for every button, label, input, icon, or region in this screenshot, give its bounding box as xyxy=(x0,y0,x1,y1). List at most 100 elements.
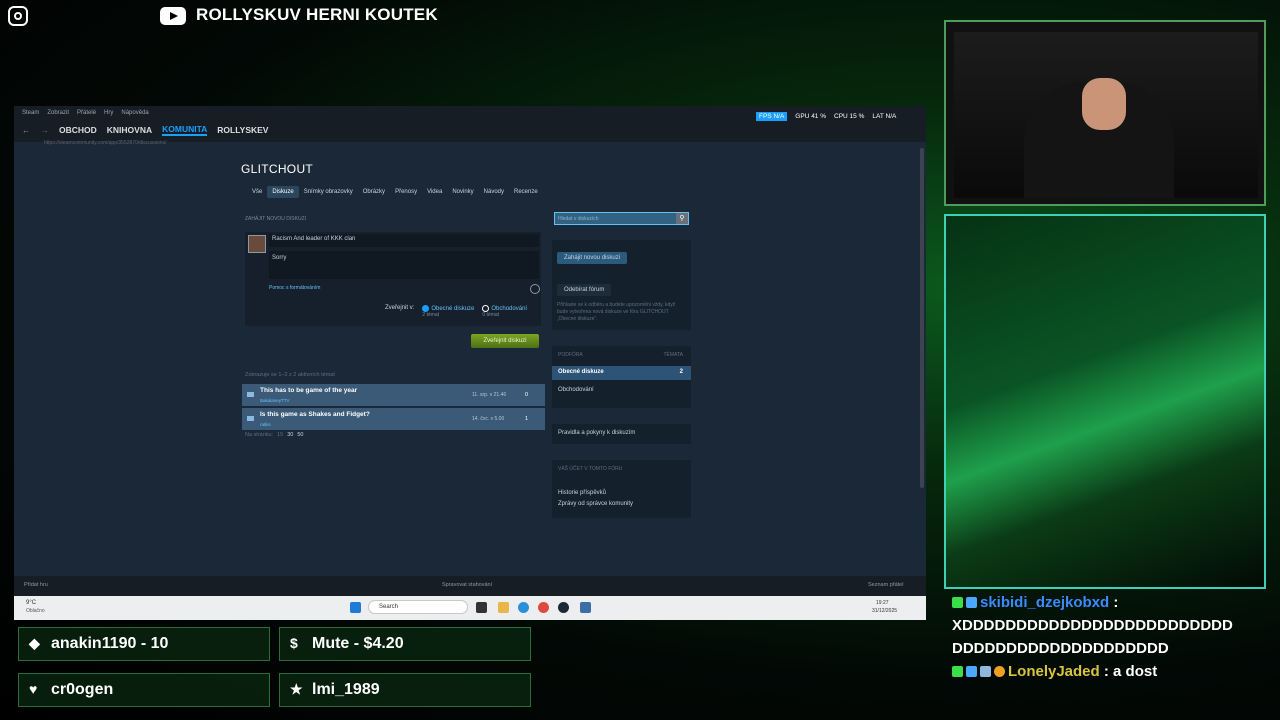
friends-list-button[interactable]: Seznam přátel xyxy=(868,582,903,588)
discussion-body-input[interactable]: Sorry xyxy=(269,251,539,279)
alert-donation: $ Mute - $4.20 xyxy=(279,627,531,661)
discussion-title-input[interactable]: Racism And leader of KKK clan xyxy=(269,234,539,247)
badge-icon xyxy=(966,597,977,608)
rules-link[interactable]: Pravidla a pokyny k diskuzím xyxy=(558,430,635,436)
publish-in-row: Zveřejnit v: Obecné diskuze 2 témat Obcho… xyxy=(385,305,527,318)
tab-news[interactable]: Novinky xyxy=(447,186,478,198)
chat-box: skibidi_dzejkobxd : XDDDDDDDDDDDDDDDDDDD… xyxy=(952,591,1242,683)
formatting-help-link[interactable]: Pomoc s formátováním xyxy=(269,285,320,291)
back-icon[interactable]: ← xyxy=(22,125,31,135)
menu-help[interactable]: Nápověda xyxy=(121,110,148,116)
perf-gpu: GPU 41 % xyxy=(795,113,827,120)
option-general[interactable]: Obecné diskuze 2 témat xyxy=(422,305,474,318)
topic-author: ratiks xyxy=(260,422,271,427)
publish-discussion-button[interactable]: Zveřejnit diskuzi xyxy=(471,334,539,348)
topic-title[interactable]: This has to be game of the year xyxy=(260,387,357,394)
compose-box: Racism And leader of KKK clan Sorry Pomo… xyxy=(245,232,541,326)
nav-store[interactable]: OBCHOD xyxy=(59,125,97,135)
tab-broadcasts[interactable]: Přenosy xyxy=(390,186,422,198)
topic-date: 11. srp. v 21.46 xyxy=(472,392,507,398)
windows-start-icon[interactable] xyxy=(350,602,361,613)
steam-bottom-bar: Přidat hru Spravovat stahování Seznam př… xyxy=(14,576,926,596)
subforums-head: PODFÓRA xyxy=(558,352,583,358)
topic-reply-count: 1 xyxy=(525,416,529,422)
chrome-icon[interactable] xyxy=(538,602,549,613)
menu-view[interactable]: Zobrazit xyxy=(47,110,69,116)
clock-time[interactable]: 19:27 xyxy=(876,600,889,606)
menu-friends[interactable]: Přátelé xyxy=(77,110,96,116)
tab-all[interactable]: Vše xyxy=(247,186,267,198)
moderator-messages-link[interactable]: Zprávy od správce komunity xyxy=(558,501,633,507)
channel-title: ROLLYSKUV HERNI KOUTEK xyxy=(196,5,438,24)
weather-desc: Oblačno xyxy=(26,608,45,614)
start-discussion-label: ZAHÁJIT NOVOU DISKUZI xyxy=(245,216,307,222)
weather-temp[interactable]: 9°C xyxy=(26,600,36,606)
subforum-trading[interactable]: Obchodování xyxy=(558,387,594,393)
perf-overlay: FPS N/A GPU 41 % CPU 15 % LAT N/A xyxy=(756,112,896,121)
topic-title[interactable]: Is this game as Shakes and Fidget? xyxy=(260,411,370,418)
forward-icon[interactable]: → xyxy=(41,125,50,135)
youtube-icon xyxy=(160,7,186,25)
discussion-search-input[interactable]: Hledat v diskuzích xyxy=(554,212,689,225)
chat-text: XDDDDDDDDDDDDDDDDDDDDDDDDDDDDDDDDDDDDDDD… xyxy=(952,617,1233,657)
chat-text: a dost xyxy=(1113,663,1158,680)
nav-library[interactable]: KNIHOVNA xyxy=(107,125,152,135)
topic-row[interactable]: This has to be game of the year Bakalane… xyxy=(242,384,545,406)
add-game-button[interactable]: Přidat hru xyxy=(24,582,48,588)
tab-screenshots[interactable]: Snímky obrazovky xyxy=(299,186,358,198)
dollar-icon: $ xyxy=(290,635,298,651)
subscribe-forum-button[interactable]: Odebírat fórum xyxy=(557,284,612,296)
chat-username: skibidi_dzejkobxd xyxy=(980,594,1110,611)
instagram-icon xyxy=(8,6,28,26)
topic-date: 14. čvc. v 5.00 xyxy=(472,416,505,422)
emoticon-icon[interactable] xyxy=(530,284,540,294)
per-page-30[interactable]: 30 xyxy=(287,432,293,438)
post-history-link[interactable]: Historie příspěvků xyxy=(558,490,606,496)
badge-icon xyxy=(952,597,963,608)
account-box: VÁŠ ÚČET V TOMTO FÓRU Historie příspěvků… xyxy=(552,460,691,518)
tab-reviews[interactable]: Recenze xyxy=(509,186,543,198)
badge-icon xyxy=(952,666,963,677)
radio-icon xyxy=(482,305,490,312)
perf-cpu: CPU 15 % xyxy=(834,113,865,120)
per-page-50[interactable]: 50 xyxy=(297,432,303,438)
tab-discussions[interactable]: Diskuze xyxy=(267,186,299,198)
edge-icon[interactable] xyxy=(518,602,529,613)
tab-artwork[interactable]: Obrázky xyxy=(358,186,390,198)
per-page-label: Na stránku: xyxy=(245,432,274,438)
taskbar-search[interactable]: Search xyxy=(368,600,468,614)
publish-in-label: Zveřejnit v: xyxy=(385,305,415,311)
subforum-general[interactable]: Obecné diskuze 2 xyxy=(552,366,691,380)
tab-videos[interactable]: Videa xyxy=(422,186,447,198)
perf-lat: LAT N/A xyxy=(872,113,897,120)
topics-head: TÉMATA xyxy=(663,352,683,358)
nav-profile[interactable]: ROLLYSKEV xyxy=(217,125,268,135)
chat-message: LonelyJaded : a dost xyxy=(952,660,1242,683)
steam-taskbar-icon[interactable] xyxy=(558,602,569,613)
streamer-face xyxy=(1082,78,1126,130)
file-explorer-icon[interactable] xyxy=(498,602,509,613)
per-page-15[interactable]: 15 xyxy=(277,432,283,438)
badge-icon xyxy=(994,666,1005,677)
search-icon[interactable]: ⚲ xyxy=(676,213,688,224)
option-trading[interactable]: Obchodování 0 témat xyxy=(482,305,527,318)
scrollbar[interactable] xyxy=(920,148,924,488)
manage-downloads-button[interactable]: Spravovat stahování xyxy=(442,582,492,588)
start-discussion-button[interactable]: Zahájit novou diskuzi xyxy=(557,252,628,264)
star-icon: ★ xyxy=(290,681,303,697)
subforums-box: PODFÓRA TÉMATA Obecné diskuze 2 Obchodov… xyxy=(552,346,691,408)
task-view-icon[interactable] xyxy=(476,602,487,613)
alert-diamond: ◆ anakin1190 - 10 xyxy=(18,627,270,661)
steam-menu: Steam Zobrazit Přátelé Hry Nápověda xyxy=(22,110,149,116)
app-taskbar-icon[interactable] xyxy=(580,602,591,613)
menu-games[interactable]: Hry xyxy=(104,110,113,116)
user-avatar xyxy=(248,235,266,253)
tab-guides[interactable]: Návody xyxy=(479,186,509,198)
nav-community[interactable]: KOMUNITA xyxy=(162,124,208,136)
topic-row[interactable]: Is this game as Shakes and Fidget? ratik… xyxy=(242,408,545,430)
rules-box[interactable]: Pravidla a pokyny k diskuzím xyxy=(552,424,691,444)
address-bar[interactable]: https://steamcommunity.com/app/3552870/d… xyxy=(44,140,166,146)
chat-username: LonelyJaded xyxy=(1008,663,1100,680)
alert-sub: ★ lmi_1989 xyxy=(279,673,531,707)
menu-steam[interactable]: Steam xyxy=(22,110,39,116)
